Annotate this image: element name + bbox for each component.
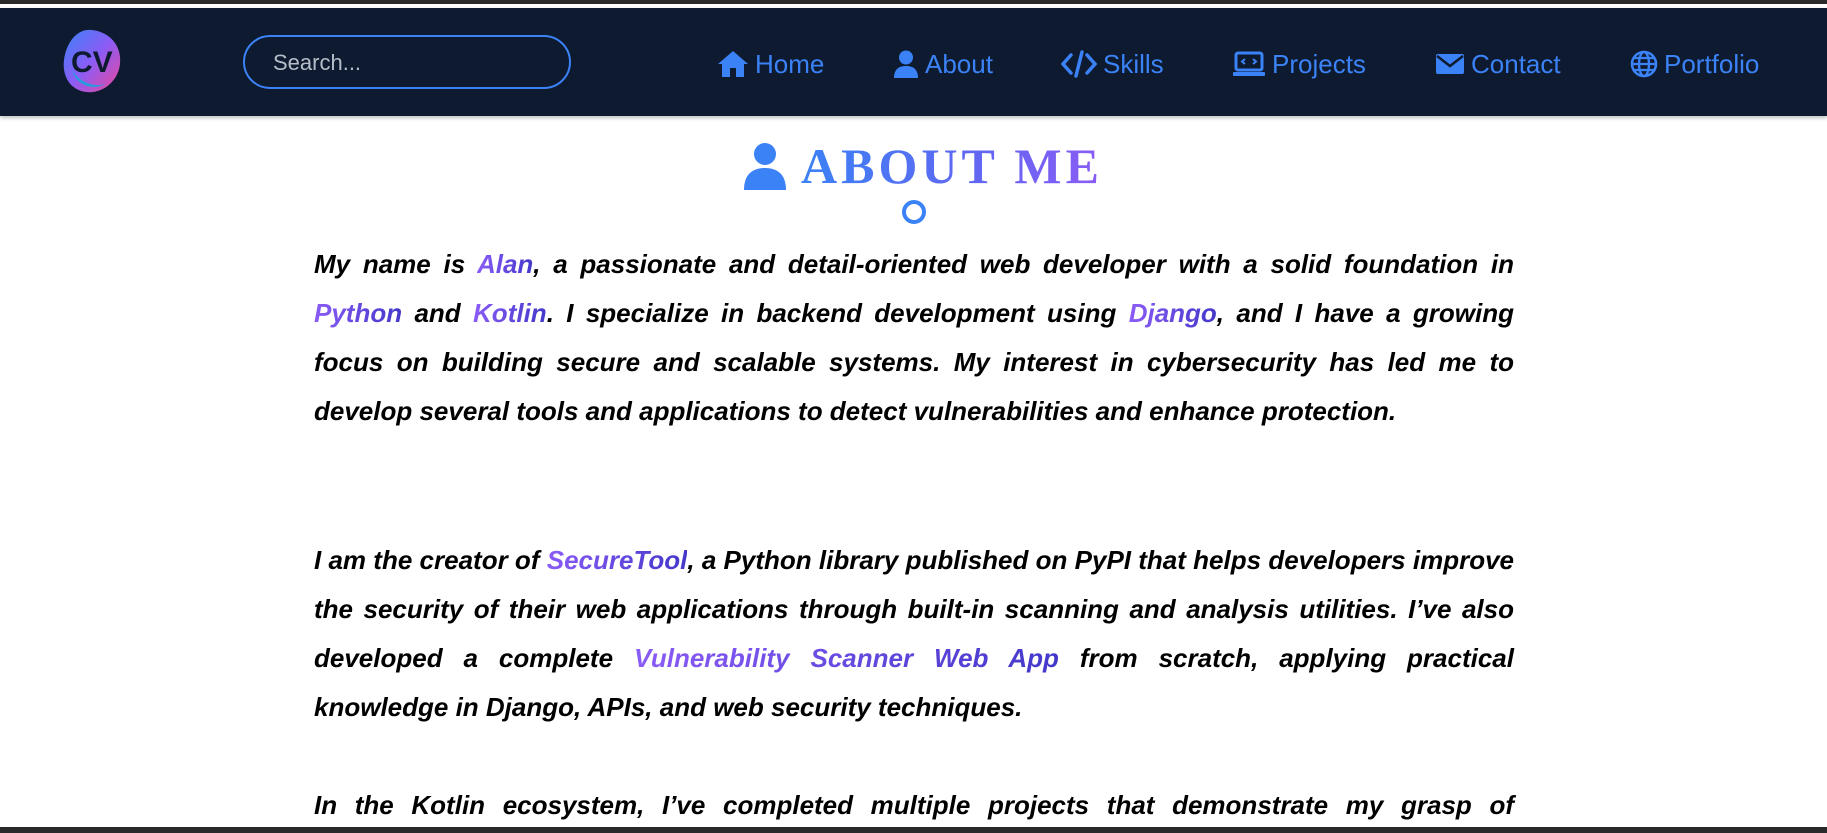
nav-link-home[interactable]: Home	[717, 48, 824, 80]
nav-link-skills-label: Skills	[1103, 48, 1164, 79]
user-icon	[894, 50, 918, 78]
user-icon	[744, 143, 786, 190]
nav-link-about[interactable]: About	[893, 48, 993, 80]
title-underline	[743, 200, 1085, 224]
about-section: ABOUT ME My name is Alan, a passionate a…	[0, 116, 1827, 826]
nav-link-contact-label: Contact	[1471, 48, 1561, 79]
text-segment: I am the creator of	[314, 545, 547, 575]
cv-logo[interactable]: CV	[58, 26, 126, 98]
highlight-scanner-app: Vulnerability Scanner Web App	[633, 643, 1059, 673]
text-segment: In the Kotlin ecosystem, I’ve completed …	[314, 790, 1514, 820]
search-input[interactable]	[271, 37, 555, 89]
home-icon	[718, 51, 748, 77]
text-segment: . I specialize in backend development us…	[546, 298, 1129, 328]
divider-dot	[902, 200, 926, 224]
laptop-code-icon	[1233, 51, 1265, 76]
search-box[interactable]	[243, 35, 571, 89]
nav-link-portfolio[interactable]: Portfolio	[1630, 48, 1759, 80]
about-paragraph-3: In the Kotlin ecosystem, I’ve completed …	[314, 781, 1514, 830]
envelope-icon	[1436, 54, 1464, 74]
text-segment: and	[402, 298, 474, 328]
section-heading: ABOUT ME	[743, 138, 1099, 194]
nav-link-about-label: About	[925, 48, 993, 79]
nav-link-projects[interactable]: Projects	[1232, 48, 1366, 80]
text-segment: My name is	[314, 249, 477, 279]
about-paragraph-1: My name is Alan, a passionate and detail…	[314, 240, 1514, 436]
nav-link-projects-label: Projects	[1272, 48, 1366, 79]
svg-text:CV: CV	[71, 46, 113, 79]
nav-link-home-label: Home	[755, 48, 825, 79]
code-icon	[1061, 50, 1097, 78]
nav-link-contact[interactable]: Contact	[1435, 48, 1561, 80]
section-title: ABOUT ME	[801, 138, 1103, 194]
highlight-name: Alan	[476, 249, 534, 279]
globe-icon	[1630, 50, 1658, 78]
highlight-python: Python	[314, 298, 403, 328]
highlight-kotlin: Kotlin	[473, 298, 547, 328]
nav-link-portfolio-label: Portfolio	[1664, 48, 1760, 79]
highlight-securetool: SecureTool	[546, 545, 688, 575]
nav-link-skills[interactable]: Skills	[1061, 48, 1164, 80]
about-paragraph-2: I am the creator of SecureTool, a Python…	[314, 536, 1514, 732]
highlight-django: Django	[1128, 298, 1217, 328]
top-navbar: CV Home About Skills Projects Contact Po…	[0, 8, 1827, 116]
text-segment: , a passionate and detail-oriented web d…	[533, 249, 1515, 279]
